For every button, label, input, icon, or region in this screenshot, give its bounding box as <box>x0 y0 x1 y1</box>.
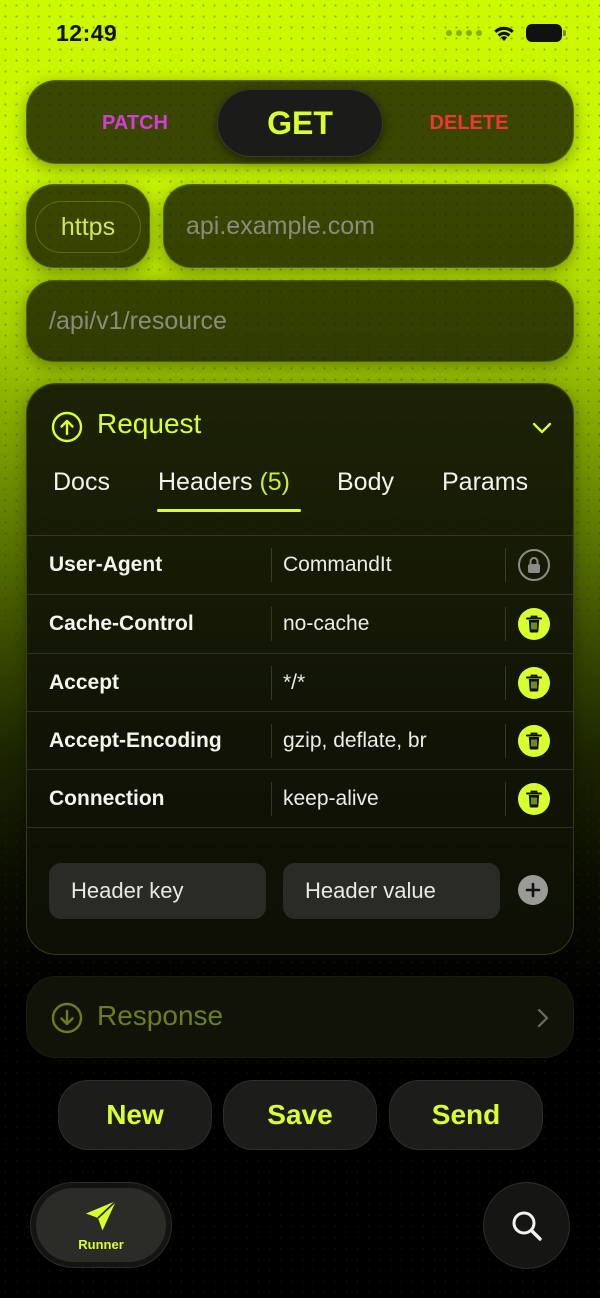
method-get-button[interactable]: GET <box>217 89 383 157</box>
scheme-toggle[interactable]: https <box>35 201 141 253</box>
tab-headers-label: Headers <box>158 468 253 496</box>
tab-docs[interactable]: Docs <box>53 468 110 497</box>
tab-headers[interactable]: Headers (5) <box>158 468 290 497</box>
method-delete-button[interactable]: DELETE <box>399 81 539 165</box>
arrow-down-circle-icon <box>51 1002 83 1034</box>
request-panel: Request Docs Headers (5) Body Params Use… <box>26 383 574 955</box>
request-title: Request <box>97 408 202 439</box>
trash-icon[interactable] <box>518 667 550 699</box>
status-time: 12:49 <box>56 20 118 46</box>
method-patch-button[interactable]: PATCH <box>65 81 205 165</box>
header-value[interactable]: gzip, deflate, br <box>283 712 427 770</box>
header-key[interactable]: Accept-Encoding <box>49 712 222 770</box>
trash-icon[interactable] <box>518 608 550 640</box>
divider <box>27 827 573 828</box>
chevron-right-icon <box>537 1008 549 1028</box>
header-key[interactable]: Connection <box>49 770 165 828</box>
add-header-button[interactable] <box>518 875 548 905</box>
trash-icon[interactable] <box>518 725 550 757</box>
table-row: User-Agent CommandIt <box>27 536 573 594</box>
plus-icon <box>525 882 541 898</box>
response-panel[interactable]: Response <box>26 976 574 1058</box>
tab-body[interactable]: Body <box>337 468 394 497</box>
host-input[interactable]: api.example.com <box>163 184 574 268</box>
header-value[interactable]: keep-alive <box>283 770 379 828</box>
signal-icon <box>446 30 482 36</box>
table-row: Accept */* <box>27 654 573 712</box>
table-row: Connection keep-alive <box>27 770 573 828</box>
header-key[interactable]: Cache-Control <box>49 595 194 653</box>
search-icon <box>512 1211 542 1241</box>
save-button[interactable]: Save <box>223 1080 377 1150</box>
path-input[interactable]: /api/v1/resource <box>26 280 574 362</box>
arrow-up-circle-icon <box>51 411 83 443</box>
search-button[interactable] <box>483 1182 570 1269</box>
lock-icon <box>518 549 550 581</box>
header-key[interactable]: Accept <box>49 654 119 712</box>
header-key[interactable]: User-Agent <box>49 536 162 594</box>
new-button[interactable]: New <box>58 1080 212 1150</box>
paper-plane-icon <box>86 1199 117 1230</box>
trash-icon[interactable] <box>518 783 550 815</box>
header-value[interactable]: */* <box>283 654 305 712</box>
header-key-input[interactable]: Header key <box>49 863 266 919</box>
response-title: Response <box>97 1000 224 1031</box>
table-row: Cache-Control no-cache <box>27 595 573 653</box>
header-value-input[interactable]: Header value <box>283 863 500 919</box>
scheme-container: https <box>26 184 150 268</box>
battery-icon <box>526 24 566 42</box>
send-button[interactable]: Send <box>389 1080 543 1150</box>
chevron-down-icon[interactable] <box>531 417 553 439</box>
method-selector: PATCH GET DELETE <box>26 80 574 164</box>
headers-count-badge: (5) <box>259 468 291 496</box>
tab-params[interactable]: Params <box>442 468 528 497</box>
header-value[interactable]: CommandIt <box>283 536 392 594</box>
runner-tab[interactable]: Runner <box>30 1182 172 1268</box>
header-value[interactable]: no-cache <box>283 595 369 653</box>
status-icons <box>446 24 566 42</box>
table-row: Accept-Encoding gzip, deflate, br <box>27 712 573 770</box>
wifi-icon <box>494 26 514 41</box>
runner-tab-label: Runner <box>78 1236 124 1252</box>
active-tab-indicator <box>157 509 301 512</box>
